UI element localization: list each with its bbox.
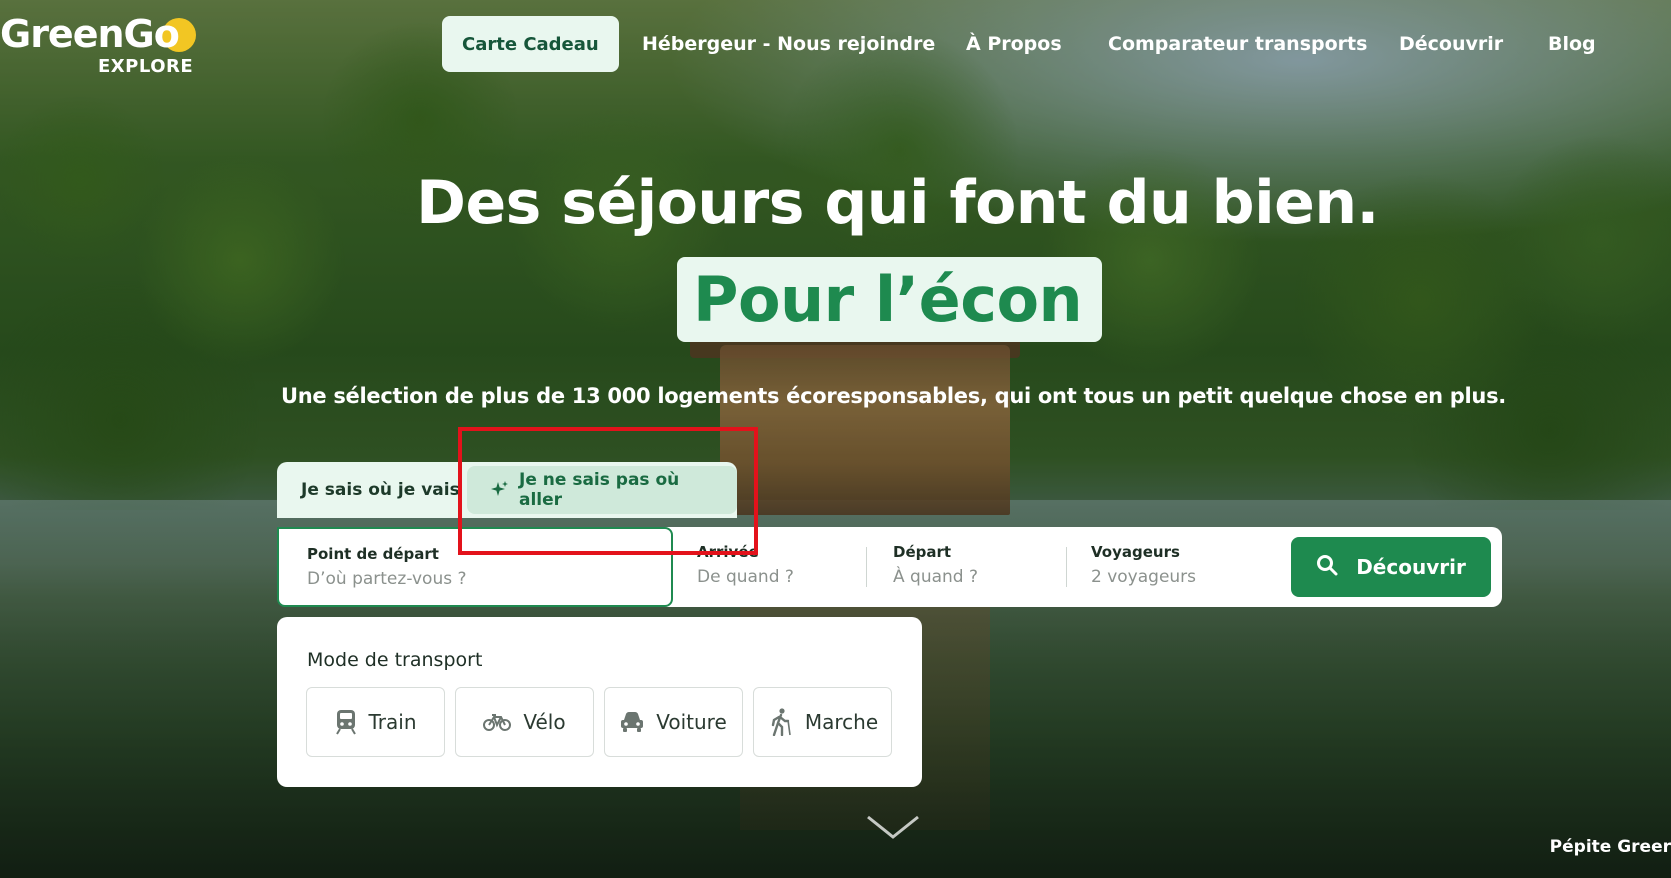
field-divider bbox=[1066, 547, 1067, 587]
transport-option-car[interactable]: Voiture bbox=[604, 687, 743, 757]
photo-credit: Pépite Greer bbox=[1549, 837, 1671, 857]
transport-option-label: Vélo bbox=[523, 710, 566, 734]
logo-subtext: EXPLORE bbox=[98, 56, 194, 77]
gift-card-button[interactable]: Carte Cadeau bbox=[442, 16, 619, 72]
tab-know-destination[interactable]: Je sais où je vais bbox=[301, 462, 460, 518]
transport-option-train[interactable]: Train bbox=[306, 687, 445, 757]
nav-link-discover[interactable]: Découvrir bbox=[1399, 33, 1503, 55]
hero-title: Des séjours qui font du bien. bbox=[416, 168, 1379, 238]
departure-date-label: Départ bbox=[893, 543, 952, 561]
logo[interactable]: GreenGo EXPLORE bbox=[0, 12, 200, 77]
car-icon bbox=[620, 711, 644, 733]
nav-link-about[interactable]: À Propos bbox=[966, 33, 1062, 55]
nav-link-host[interactable]: Hébergeur - Nous rejoindre bbox=[642, 33, 935, 55]
train-icon bbox=[335, 709, 357, 735]
scroll-down-chevron-icon[interactable] bbox=[866, 815, 920, 846]
main-nav: Carte Cadeau bbox=[442, 16, 619, 72]
transport-option-label: Train bbox=[368, 710, 417, 734]
transport-mode-panel: Mode de transport Train Vélo Voiture Mar… bbox=[277, 617, 922, 787]
hero-rotating-text: Pour l’écon bbox=[693, 263, 1083, 336]
transport-option-bike[interactable]: Vélo bbox=[455, 687, 594, 757]
travelers-value[interactable]: 2 voyageurs bbox=[1091, 567, 1196, 587]
logo-text: GreenGo bbox=[0, 12, 180, 56]
bicycle-icon bbox=[483, 712, 512, 732]
field-divider bbox=[866, 547, 867, 587]
search-icon bbox=[1316, 554, 1338, 581]
hiker-icon bbox=[767, 708, 793, 736]
transport-option-walk[interactable]: Marche bbox=[753, 687, 892, 757]
arrival-date-input[interactable]: De quand ? bbox=[697, 567, 794, 587]
transport-option-label: Voiture bbox=[656, 710, 727, 734]
travelers-label: Voyageurs bbox=[1091, 543, 1180, 561]
hero-subtitle: Une sélection de plus de 13 000 logement… bbox=[281, 384, 1506, 408]
nav-link-transport-comparator[interactable]: Comparateur transports bbox=[1108, 33, 1367, 55]
nav-link-blog[interactable]: Blog bbox=[1548, 33, 1596, 55]
hero-rotating-tagline: Pour l’écon bbox=[677, 257, 1102, 342]
departure-point-input[interactable]: D’où partez-vous ? bbox=[307, 569, 671, 589]
transport-option-label: Marche bbox=[804, 710, 879, 734]
discover-button[interactable]: Découvrir bbox=[1291, 537, 1491, 597]
transport-mode-title: Mode de transport bbox=[307, 649, 483, 671]
travelers-field[interactable]: Voyageurs 2 voyageurs bbox=[1091, 527, 1196, 607]
highlight-box bbox=[458, 427, 758, 555]
departure-date-input[interactable]: À quand ? bbox=[893, 567, 978, 587]
discover-button-label: Découvrir bbox=[1356, 555, 1466, 579]
departure-date-field[interactable]: Départ À quand ? bbox=[893, 527, 978, 607]
